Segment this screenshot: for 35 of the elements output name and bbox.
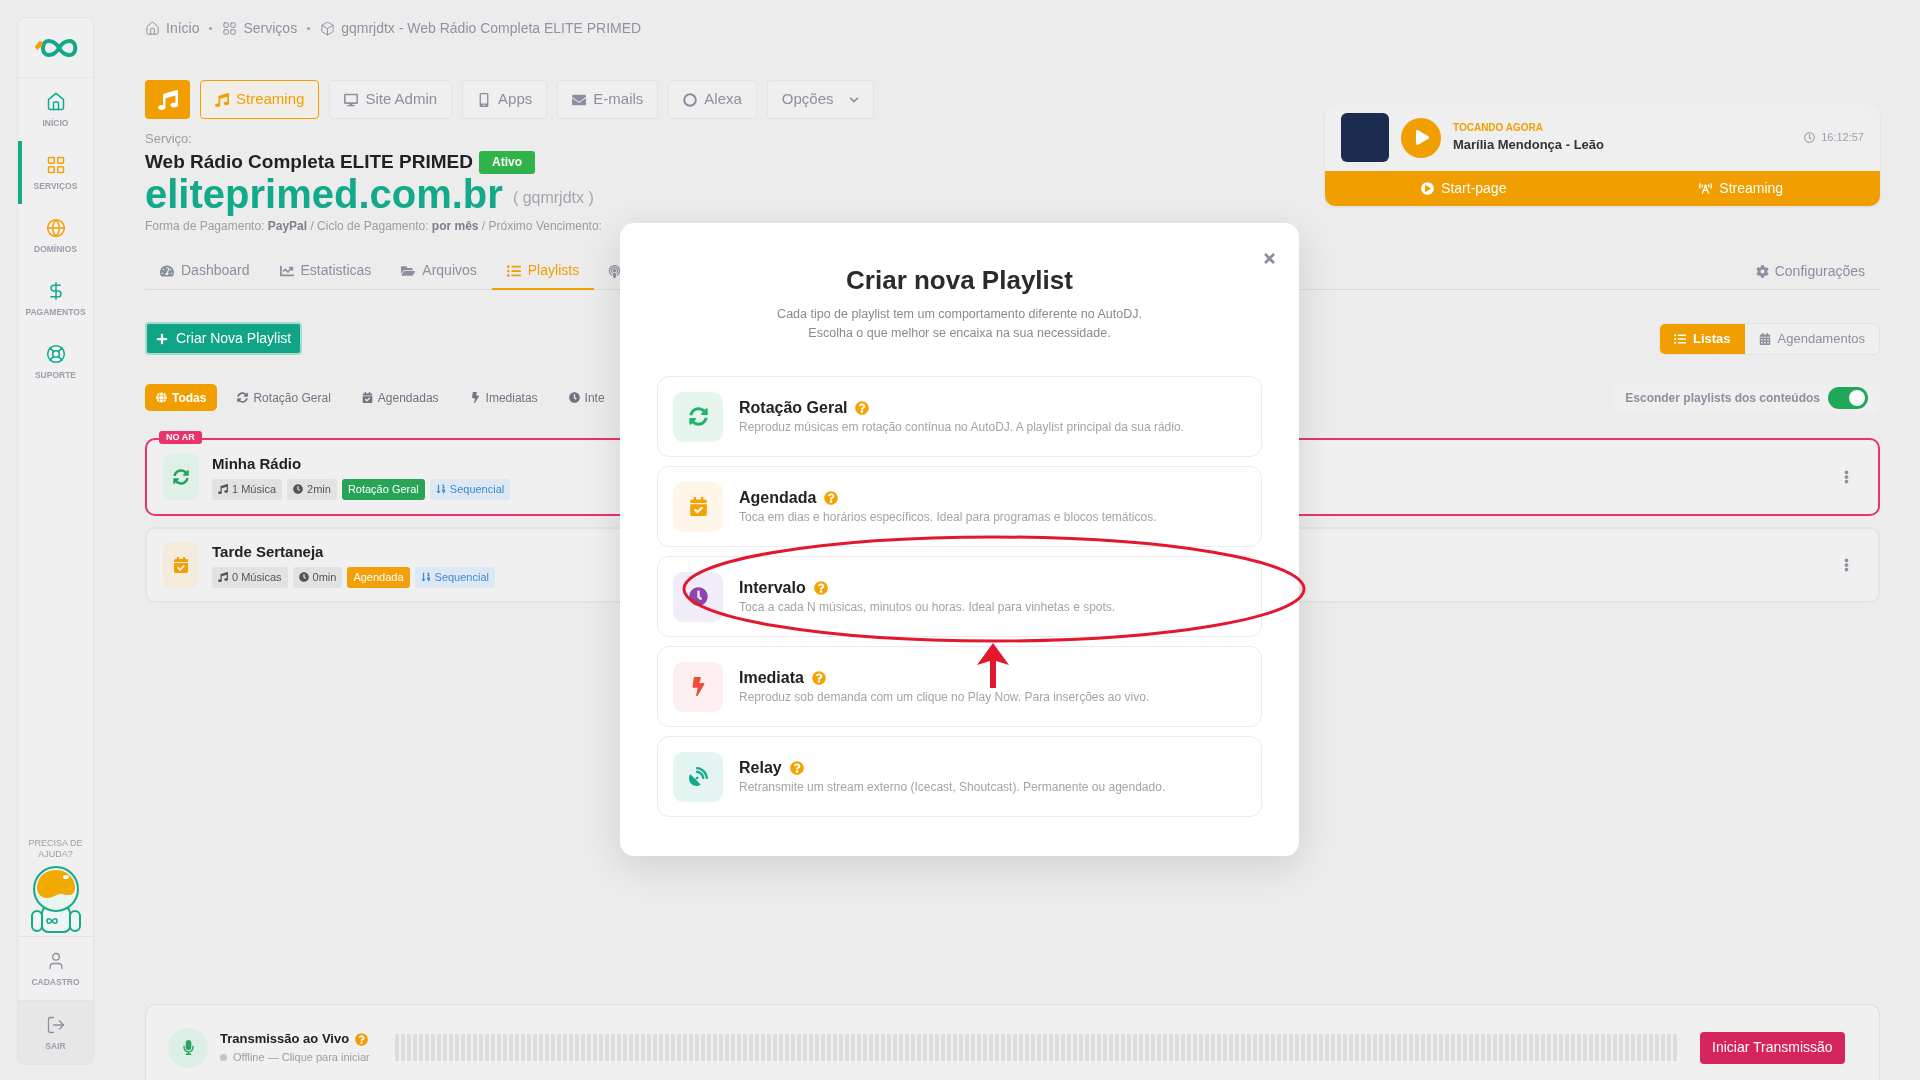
hide-playlists-label: Esconder playlists dos conteúdos [1625,389,1820,407]
now-playing-label: TOCANDO AGORA [1453,122,1543,134]
playlist-name: Minha Rádio [212,454,302,473]
option-title: Rotação Geral [739,398,848,418]
option-description: Toca em dias e horários específicos. Ideal para programas e blocos temáticos. [739,509,1157,525]
option-description: Toca a cada N músicas, minutos ou horas. Ideal para vinhetas e spots. [739,599,1116,615]
song-count: 0 Músicas [232,569,282,585]
dialog-subtitle: Cada tipo de playlist tem um comportamento diferente no AutoDJ. Escolha o que melhor se encaixa na sua necessidade. [777,306,1142,342]
option-title: Intervalo [739,578,806,598]
track-title: Marília Mendonça - Leão [1453,137,1604,153]
option-title: Imediata [739,668,804,688]
option-title: Relay [739,758,782,778]
live-status: Offline — Clique para iniciar [233,1050,370,1064]
option-description: Retransmite um stream externo (Icecast, Shoutcast). Permanente ou agendado. [739,779,1166,795]
playlist-type-tag: Agendada [347,566,410,588]
current-time: 16:12:57 [1821,130,1864,146]
playlist-name: Tarde Sertaneja [212,542,324,561]
duration: 2min [307,481,331,497]
billing-info: Forma de Pagamento: PayPal / Ciclo de Pagamento: por mês / Próximo Vencimento: [145,218,602,234]
option-description: Reproduz músicas em rotação contínua no AutoDJ. A playlist principal da sua rádio. [739,419,1184,435]
on-air-badge: NO AR [159,431,202,444]
duration: 0min [312,569,337,585]
option-description: Reproduz sob demanda com um clique no Play Now. Para inserções ao vivo. [739,689,1150,705]
live-title: Transmissão ao Vivo [220,1031,350,1047]
status-badge: Ativo [478,150,535,174]
song-count: 1 Música [232,481,277,497]
order-label: Sequencial [434,569,489,585]
service-label: Serviço: [145,131,192,147]
dialog-title: Criar nova Playlist [846,264,1073,297]
service-name: Web Rádio Completa ELITE PRIMED [145,150,473,174]
order-label: Sequencial [449,481,505,497]
help-label: PRECISA DE AJUDA? [27,838,84,860]
playlist-type-tag: Rotação Geral [341,478,425,500]
option-title: Agendada [739,488,817,508]
service-username: ( gqmrjdtx ) [512,188,594,208]
